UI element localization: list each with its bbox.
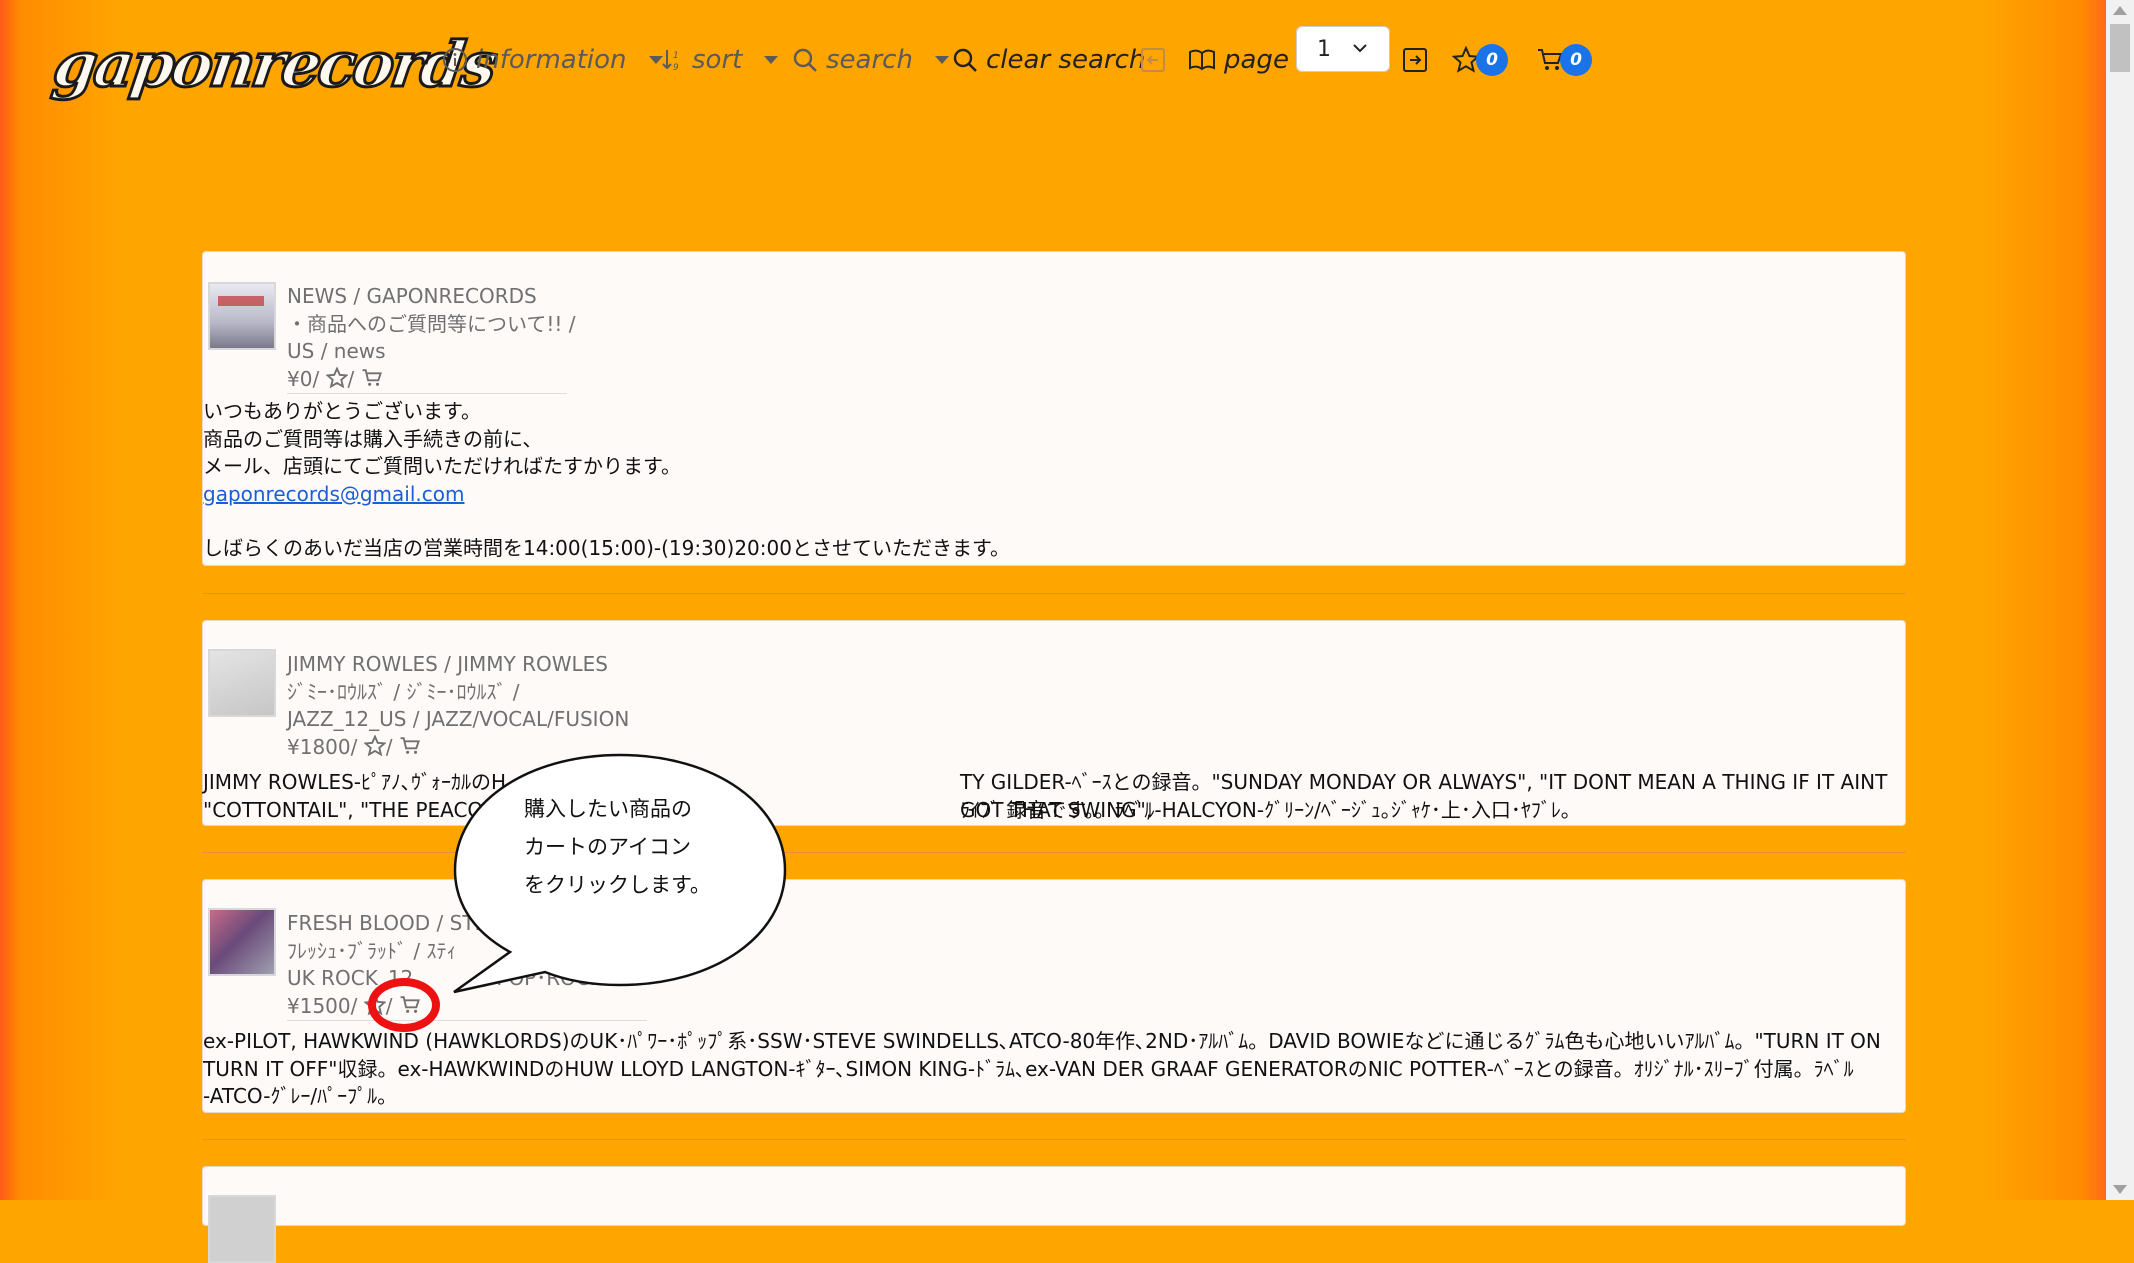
product-category: US / news xyxy=(287,339,386,363)
nav-information[interactable]: information xyxy=(442,36,663,84)
favorites-button[interactable]: 0 xyxy=(1452,36,1508,84)
cart-button[interactable]: 0 xyxy=(1536,36,1592,84)
description-line: いつもありがとうございます。 xyxy=(203,399,481,423)
star-icon[interactable] xyxy=(363,734,386,757)
speech-bubble-text: 購入したい商品の カートのアイコン をクリックします。 xyxy=(524,790,711,904)
product-description: いつもありがとうございます。 商品のご質問等は購入手続きの前に、 メール、店頭に… xyxy=(203,398,1895,563)
item-divider xyxy=(202,1139,1906,1140)
star-icon[interactable] xyxy=(325,366,348,389)
favorites-count-badge: 0 xyxy=(1476,44,1508,76)
product-price-row: ¥0/ / xyxy=(287,366,567,394)
product-subtitle: ・商品へのご質問等について!! / xyxy=(287,311,576,336)
site-logo[interactable]: gaponrecords xyxy=(47,27,500,103)
description-line: TURN IT OFF"収録。ex-HAWKWINDのHUW LLOYD LAN… xyxy=(203,1056,1854,1081)
scrollbar-thumb[interactable] xyxy=(2110,24,2130,72)
clear-search-label: clear search xyxy=(986,45,1146,75)
svg-text:1: 1 xyxy=(673,51,679,61)
cart-count-badge: 0 xyxy=(1560,44,1592,76)
item-divider xyxy=(202,593,1906,594)
clear-search-button[interactable]: clear search xyxy=(952,36,1145,84)
info-icon xyxy=(443,48,467,72)
search-icon xyxy=(793,48,817,72)
nav-information-label: information xyxy=(476,45,627,75)
product-card: NEWS / GAPONRECORDS ・商品へのご質問等について!! / US… xyxy=(202,251,1906,566)
cart-icon[interactable] xyxy=(361,367,383,389)
product-category: JAZZ_12_US / JAZZ/VOCAL/FUSION xyxy=(287,707,630,731)
email-link[interactable]: gaponrecords@gmail.com xyxy=(203,482,464,506)
prev-page-button[interactable] xyxy=(1140,36,1166,84)
product-title[interactable]: NEWS / GAPONRECORDS xyxy=(287,283,576,311)
page-select[interactable]: 1 xyxy=(1296,26,1390,72)
chevron-down-icon xyxy=(934,56,949,64)
cart-icon[interactable] xyxy=(399,735,421,757)
page-select-value: 1 xyxy=(1317,36,1331,62)
product-meta: NEWS / GAPONRECORDS ・商品へのご質問等について!! / US… xyxy=(287,283,576,394)
chevron-down-icon xyxy=(764,56,779,64)
product-thumbnail[interactable] xyxy=(208,649,276,717)
description-line: ﾗｲﾌﾞ 録音です。。ﾗﾍﾞﾙ-HALCYON-ｸﾞﾘｰﾝ/ﾍﾞｰｼﾞｭ｡ｼﾞｬ… xyxy=(960,797,1571,822)
description-line: メール、店頭にてご質問いただければたすかります。 xyxy=(203,454,681,478)
speech-bubble-line: 購入したい商品の xyxy=(524,797,692,821)
book-icon xyxy=(1189,49,1215,71)
product-description: ex-PILOT, HAWKWIND (HAWKLORDS)のUK･ﾊﾟﾜｰ･ﾎ… xyxy=(203,1028,1895,1111)
description-line: ex-PILOT, HAWKWIND (HAWKLORDS)のUK･ﾊﾟﾜｰ･ﾎ… xyxy=(203,1029,1881,1053)
speech-bubble-line: をクリックします。 xyxy=(524,873,711,897)
nav-search-label: search xyxy=(826,45,913,75)
description-line: しばらくのあいだ当店の営業時間を14:00(15:00)-(19:30)20:0… xyxy=(203,536,1010,560)
sort-icon: 19 xyxy=(662,50,679,73)
product-price: ¥0/ xyxy=(287,366,320,391)
nav-page-label: page xyxy=(1224,45,1289,75)
nav-search[interactable]: search xyxy=(792,36,949,84)
scroll-down-arrow-icon[interactable] xyxy=(2113,1185,2127,1194)
highlight-circle xyxy=(368,978,440,1032)
product-thumbnail[interactable] xyxy=(208,282,276,350)
next-page-button[interactable] xyxy=(1402,36,1428,84)
chevron-down-icon xyxy=(648,56,663,64)
svg-text:9: 9 xyxy=(673,63,679,73)
description-line: -ATCO-ｸﾞﾚｰ/ﾊﾟｰﾌﾟﾙ。 xyxy=(203,1084,398,1108)
description-line: 商品のご質問等は購入手続きの前に、 xyxy=(203,426,543,451)
scroll-up-arrow-icon[interactable] xyxy=(2113,6,2127,15)
arrow-left-square-icon xyxy=(1141,48,1165,72)
arrow-right-square-icon xyxy=(1403,48,1427,72)
product-price: ¥1800/ xyxy=(287,734,358,759)
product-price: ¥1500/ xyxy=(287,993,358,1018)
product-thumbnail[interactable] xyxy=(208,1195,276,1263)
product-card xyxy=(202,1166,1906,1263)
search-icon xyxy=(953,48,977,72)
product-subtitle: ｼﾞﾐｰ･ﾛｳﾙｽﾞ / ｼﾞﾐｰ･ﾛｳﾙｽﾞ / xyxy=(287,679,520,704)
scrollbar[interactable] xyxy=(2106,0,2134,1200)
speech-bubble-line: カートのアイコン xyxy=(524,835,691,859)
product-thumbnail[interactable] xyxy=(208,908,276,976)
nav-sort[interactable]: 19 sort xyxy=(662,36,779,84)
chevron-down-icon xyxy=(1353,44,1367,53)
nav-page: page xyxy=(1188,36,1289,84)
product-title[interactable]: JIMMY ROWLES / JIMMY ROWLES xyxy=(287,651,629,679)
nav-sort-label: sort xyxy=(692,45,743,75)
